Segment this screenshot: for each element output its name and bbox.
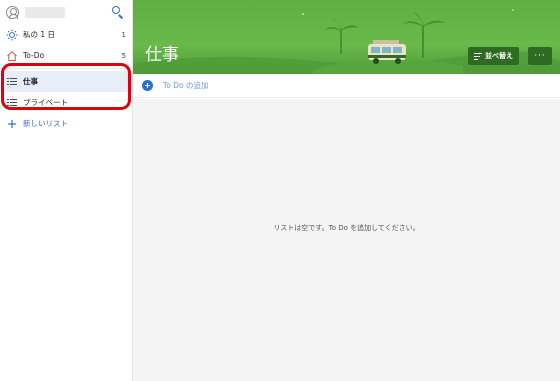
user-name-redacted [25, 6, 65, 18]
sidebar-item-label: プライベート [23, 98, 68, 107]
list-icon [6, 76, 18, 88]
sidebar-item-label: 私の 1 日 [23, 30, 56, 39]
more-options-button[interactable]: ··· [528, 47, 552, 65]
empty-list-message: リストは空です。To Do を追加してください。 [273, 224, 420, 232]
new-list-button[interactable]: 新しいリスト [0, 113, 132, 134]
task-list-area: リストは空です。To Do を追加してください。 [133, 99, 560, 381]
list-icon [6, 97, 18, 109]
sidebar-divider [0, 68, 132, 69]
new-list-label: 新しいリスト [23, 119, 68, 128]
add-todo-input[interactable]: To Do の追加 [163, 80, 209, 91]
page-title: 仕事 [145, 45, 179, 65]
item-count: 5 [121, 51, 126, 60]
sidebar-item-todo[interactable]: To-Do 5 [0, 45, 132, 66]
sidebar-header [0, 0, 132, 24]
list-banner: 仕事 並べ替え ··· [133, 0, 560, 74]
sun-icon [6, 29, 18, 41]
home-icon [6, 50, 18, 62]
search-icon[interactable] [110, 4, 126, 20]
add-todo-row[interactable]: To Do の追加 [133, 74, 560, 98]
main-panel: 仕事 並べ替え ··· To Do の追加 リストは空です。To Do を追加し… [133, 0, 560, 381]
sidebar-item-my-day[interactable]: 私の 1 日 1 [0, 24, 132, 45]
sidebar-item-private[interactable]: プライベート [0, 92, 132, 113]
sort-icon [474, 52, 482, 60]
add-circle-icon[interactable] [142, 80, 153, 91]
sort-button-label: 並べ替え [485, 52, 513, 60]
avatar[interactable] [6, 5, 19, 19]
sort-button[interactable]: 並べ替え [468, 47, 519, 65]
sidebar-item-label: To-Do [23, 51, 45, 60]
sidebar-item-work[interactable]: 仕事 [0, 71, 132, 92]
item-count: 1 [121, 30, 126, 39]
plus-icon [6, 118, 18, 130]
sidebar-item-label: 仕事 [23, 77, 38, 86]
sidebar: 私の 1 日 1 To-Do 5 仕事 プライベート 新しいリスト [0, 0, 133, 381]
